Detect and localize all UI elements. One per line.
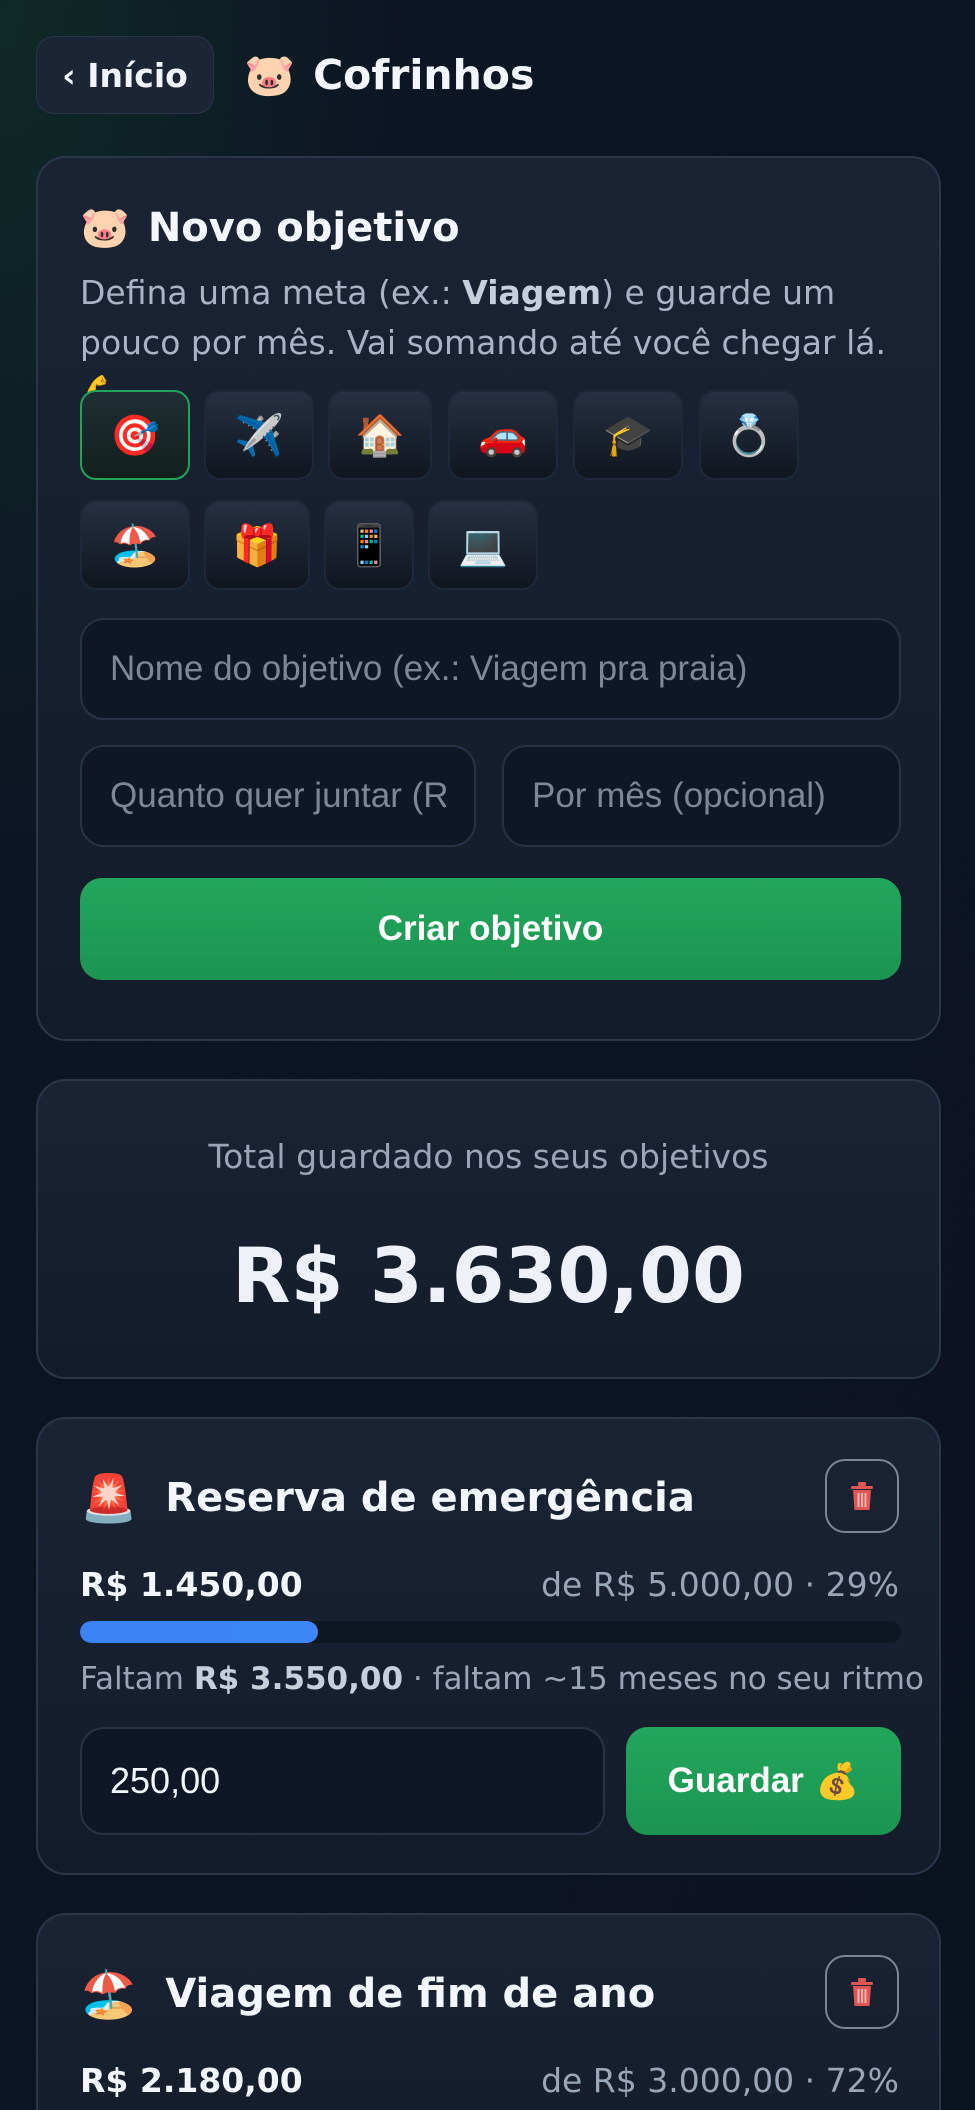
trash-icon	[851, 1482, 873, 1510]
goal-header: 🚨 Reserva de emergência	[80, 1459, 695, 1537]
remaining-amount: R$ 3.550,00	[193, 1661, 404, 1697]
save-deposit-button[interactable]: Guardar 💰	[626, 1727, 901, 1835]
gift-icon: 🎁	[232, 522, 282, 569]
create-goal-button[interactable]: Criar objetivo	[80, 878, 901, 980]
graduation-cap-icon: 🎓	[603, 412, 653, 459]
total-saved-value: R$ 3.630,00	[232, 1231, 745, 1320]
car-icon: 🚗	[478, 412, 528, 459]
goal-icon-gift[interactable]: 🎁	[204, 500, 310, 590]
siren-icon: 🚨	[80, 1470, 138, 1525]
goal-card: 🚨 Reserva de emergência R$ 1.450,00 de R…	[36, 1417, 941, 1875]
top-bar: ‹ Início 🐷 Cofrinhos	[36, 36, 534, 114]
goal-icon-target[interactable]: 🎯	[80, 390, 190, 480]
page-title: 🐷 Cofrinhos	[244, 51, 534, 100]
goal-progress-fill	[80, 1621, 319, 1643]
new-goal-card: 🐷 Novo objetivo Defina uma meta (ex.: Vi…	[36, 156, 941, 1041]
goal-icon-airplane[interactable]: ✈️	[204, 390, 314, 480]
airplane-icon: ✈️	[234, 412, 284, 459]
goal-icon-beach[interactable]: 🏖️	[80, 500, 190, 590]
ring-icon: 💍	[724, 412, 774, 459]
goal-icon-laptop[interactable]: 💻	[428, 500, 538, 590]
new-goal-title-text: Novo objetivo	[147, 204, 460, 251]
goal-name: Viagem de fim de ano	[165, 1971, 656, 2017]
goal-saved-amount: R$ 2.180,00	[80, 2061, 303, 2100]
goal-saved-amount: R$ 1.450,00	[80, 1565, 303, 1604]
house-icon: 🏠	[355, 412, 405, 459]
new-goal-title: 🐷 Novo objetivo	[80, 204, 460, 252]
goal-target-amount: de R$ 5.000,00 · 29%	[541, 1565, 899, 1604]
description-text: Defina uma meta (ex.:	[80, 273, 463, 312]
beach-icon: 🏖️	[110, 522, 160, 569]
goal-target-amount: de R$ 3.000,00 · 72%	[541, 2061, 899, 2100]
delete-goal-button[interactable]	[825, 1459, 899, 1533]
goal-header: 🏖️ Viagem de fim de ano	[80, 1955, 655, 2033]
goal-name-input[interactable]	[80, 618, 901, 720]
laptop-icon: 💻	[458, 522, 508, 569]
total-saved-label: Total guardado nos seus objetivos	[208, 1137, 769, 1176]
goal-remaining-text: Faltam R$ 3.550,00 · faltam ~15 meses no…	[80, 1661, 924, 1697]
back-button-label: ‹ Início	[62, 55, 188, 95]
deposit-amount-input[interactable]	[80, 1727, 605, 1835]
goal-icon-phone[interactable]: 📱	[324, 500, 414, 590]
trash-icon	[851, 1978, 873, 2006]
goal-progress-bar	[80, 1621, 901, 1643]
back-button[interactable]: ‹ Início	[36, 36, 214, 114]
goal-name: Reserva de emergência	[165, 1475, 695, 1521]
goal-icon-ring[interactable]: 💍	[699, 390, 799, 480]
goal-icon-car[interactable]: 🚗	[448, 390, 558, 480]
target-icon: 🎯	[110, 412, 160, 459]
pig-icon: 🐷	[80, 205, 130, 251]
goal-target-input[interactable]	[80, 745, 476, 847]
goal-icon-graduation[interactable]: 🎓	[573, 390, 683, 480]
remaining-suffix: · faltam ~15 meses no seu ritmo	[403, 1661, 924, 1697]
page-title-text: Cofrinhos	[313, 51, 535, 99]
goal-icon-house[interactable]: 🏠	[328, 390, 432, 480]
beach-icon: 🏖️	[80, 1966, 138, 2021]
remaining-prefix: Faltam	[80, 1661, 194, 1697]
description-example: Viagem	[462, 273, 602, 312]
goal-card: 🏖️ Viagem de fim de ano R$ 2.180,00 de R…	[36, 1913, 941, 2110]
money-bag-icon: 💰	[815, 1761, 860, 1802]
create-goal-label: Criar objetivo	[377, 909, 604, 948]
goal-monthly-input[interactable]	[502, 745, 901, 847]
save-deposit-label: Guardar	[667, 1761, 804, 1800]
total-saved-card: Total guardado nos seus objetivos R$ 3.6…	[36, 1079, 941, 1379]
pig-icon: 🐷	[244, 50, 296, 99]
phone-icon: 📱	[344, 522, 394, 569]
delete-goal-button[interactable]	[825, 1955, 899, 2029]
